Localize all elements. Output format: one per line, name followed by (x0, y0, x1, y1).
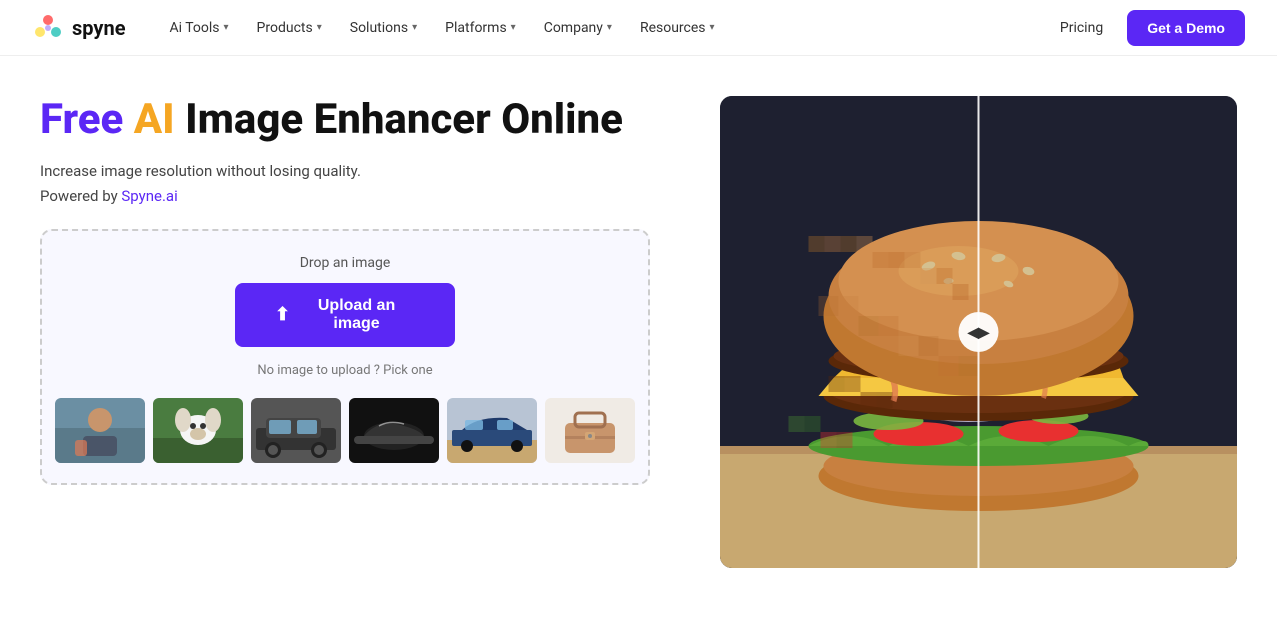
nav-item-solutions[interactable]: Solutions ▾ (338, 12, 429, 44)
upload-button-label: Upload an image (298, 297, 415, 333)
upload-icon: ⬆ (275, 304, 290, 325)
svg-text:◀▶: ◀▶ (967, 325, 991, 341)
nav-platforms-label: Platforms (445, 20, 507, 36)
navbar-left: spyne Ai Tools ▾ Products ▾ Solutions ▾ … (32, 12, 727, 44)
company-chevron-icon: ▾ (607, 22, 612, 33)
pricing-link[interactable]: Pricing (1052, 12, 1111, 44)
sample-image-dog[interactable] (153, 398, 243, 463)
comparison-panel[interactable]: ◀▶ (720, 96, 1237, 568)
hero-title: Free AI Image Enhancer Online (40, 96, 680, 144)
nav-solutions-label: Solutions (350, 20, 408, 36)
sample-image-shoes[interactable] (349, 398, 439, 463)
sample-image-car[interactable] (251, 398, 341, 463)
get-demo-button[interactable]: Get a Demo (1127, 10, 1245, 46)
powered-by-text: Powered by (40, 187, 121, 205)
nav-company-label: Company (544, 20, 603, 36)
solutions-chevron-icon: ▾ (412, 22, 417, 33)
sample-shoes-svg (349, 398, 439, 463)
sample-dog-svg (153, 398, 243, 463)
left-panel: Free AI Image Enhancer Online Increase i… (40, 96, 680, 485)
comparison-container: ◀▶ (720, 96, 1237, 568)
navbar-right: Pricing Get a Demo (1052, 10, 1245, 46)
title-free: Free (40, 95, 123, 144)
sample-image-sportscar[interactable] (447, 398, 537, 463)
title-ai: AI (134, 95, 175, 144)
powered-by: Powered by Spyne.ai (40, 187, 680, 205)
sample-images (55, 398, 635, 463)
navbar: spyne Ai Tools ▾ Products ▾ Solutions ▾ … (0, 0, 1277, 56)
nav-links: Ai Tools ▾ Products ▾ Solutions ▾ Platfo… (158, 12, 727, 44)
sample-car-svg (251, 398, 341, 463)
sample-bag-svg (545, 398, 635, 463)
nav-item-resources[interactable]: Resources ▾ (628, 12, 727, 44)
sample-image-person[interactable] (55, 398, 145, 463)
products-chevron-icon: ▾ (317, 22, 322, 33)
upload-box: Drop an image ⬆ Upload an image No image… (40, 229, 650, 485)
platforms-chevron-icon: ▾ (511, 22, 516, 33)
logo-text: spyne (72, 16, 126, 40)
nav-ai-tools-label: Ai Tools (170, 20, 220, 36)
nav-resources-label: Resources (640, 20, 706, 36)
upload-button[interactable]: ⬆ Upload an image (235, 283, 455, 347)
ai-tools-chevron-icon: ▾ (224, 22, 229, 33)
logo[interactable]: spyne (32, 12, 126, 44)
nav-item-ai-tools[interactable]: Ai Tools ▾ (158, 12, 241, 44)
logo-icon (32, 12, 64, 44)
nav-item-company[interactable]: Company ▾ (532, 12, 624, 44)
nav-item-products[interactable]: Products ▾ (245, 12, 334, 44)
nav-item-platforms[interactable]: Platforms ▾ (433, 12, 528, 44)
pick-text: No image to upload ? Pick one (257, 363, 432, 378)
sample-image-bag[interactable] (545, 398, 635, 463)
title-rest: Image Enhancer Online (185, 95, 623, 144)
burger-comparison-svg: ◀▶ (720, 96, 1237, 568)
sample-person-svg (55, 398, 145, 463)
sample-sportscar-svg (447, 398, 537, 463)
spyne-ai-link[interactable]: Spyne.ai (121, 187, 177, 205)
drop-text: Drop an image (300, 255, 391, 271)
nav-products-label: Products (257, 20, 313, 36)
resources-chevron-icon: ▾ (710, 22, 715, 33)
main-content: Free AI Image Enhancer Online Increase i… (0, 56, 1277, 620)
hero-subtitle: Increase image resolution without losing… (40, 160, 680, 183)
